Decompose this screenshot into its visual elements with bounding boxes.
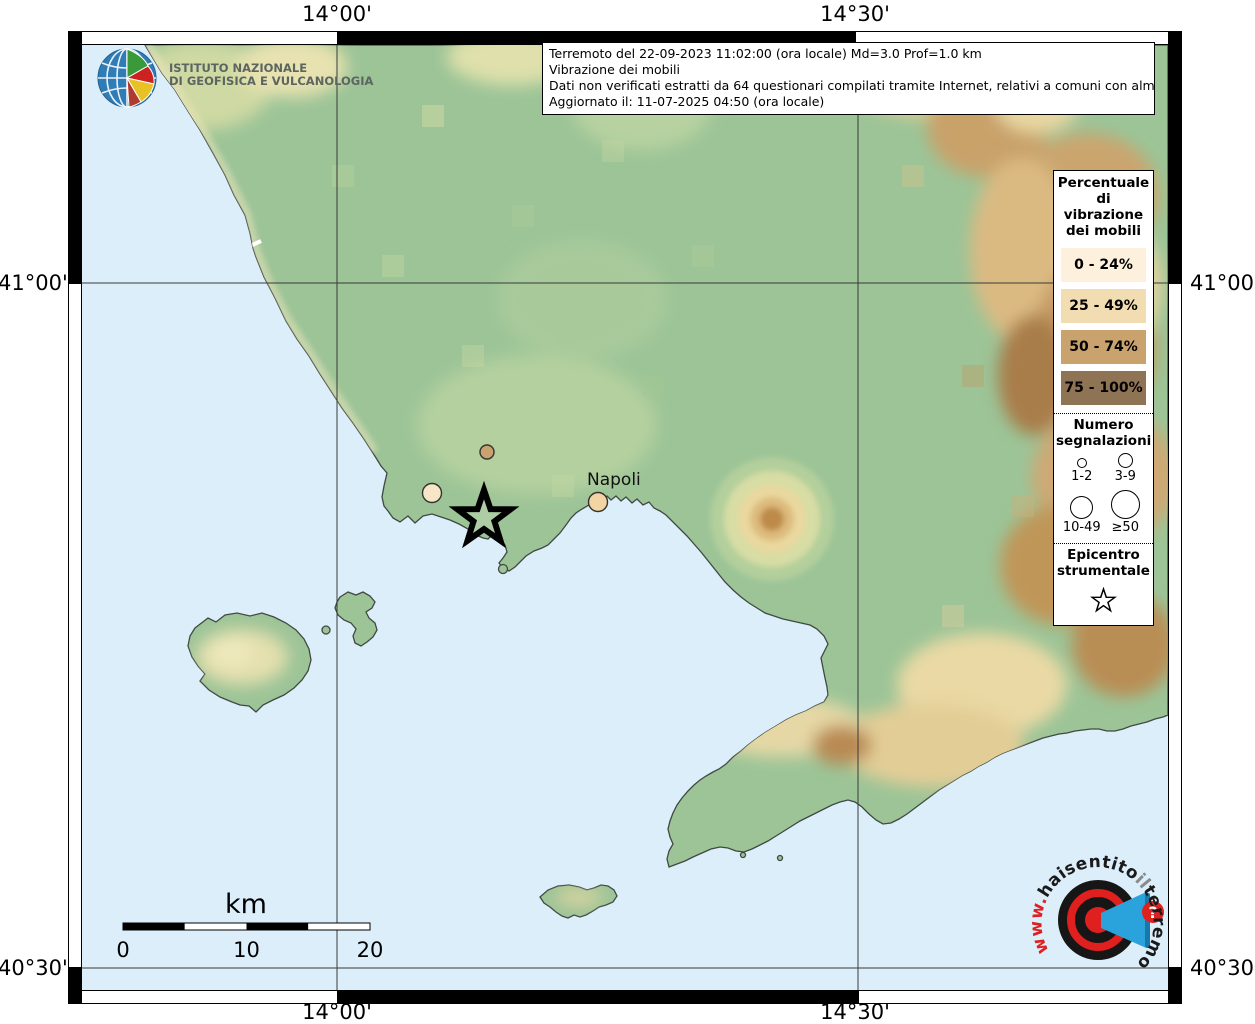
legend-swatch-50-74: 50 - 74% <box>1061 330 1146 364</box>
legend-swatch-75-100: 75 - 100% <box>1061 371 1146 405</box>
info-line-subject: Vibrazione dei mobili <box>549 62 680 77</box>
legend-swatch-0-24: 0 - 24% <box>1061 248 1146 282</box>
legend-swatch-25-49: 25 - 49% <box>1061 289 1146 323</box>
axis-label-top-lon-14-00: 14°00' <box>302 2 372 26</box>
frame-segment <box>858 990 1182 1004</box>
report-circle <box>479 444 495 460</box>
epicenter-star-icon <box>1089 586 1118 613</box>
report-size-label: ≥50 <box>1111 520 1139 535</box>
axis-label-left-lat-41-00: 41°00' <box>0 271 68 295</box>
info-line-event: Terremoto del 22-09-2023 11:02:00 (ora l… <box>549 46 982 61</box>
screenshot-root: { "axis": { "top_left": "14°00'", "top_r… <box>0 0 1255 1024</box>
report-size-label: 1-2 <box>1071 469 1093 484</box>
legend-epicenter-title: Epicentro strumentale <box>1057 547 1150 579</box>
terrain-map: Napoli km 0 10 20 <box>82 45 1168 990</box>
frame-segment <box>1168 968 1182 1004</box>
axis-label-bottom-lon-14-30: 14°30' <box>820 1000 890 1024</box>
ingv-line-2: DI GEOFISICA E VULCANOLOGIA <box>169 74 374 88</box>
ingv-wordmark: ISTITUTO NAZIONALE DI GEOFISICA E VULCAN… <box>169 46 373 88</box>
wm-it: .it <box>1028 850 1032 855</box>
axis-label-right-lat-40-30: 40°30' <box>1190 956 1255 980</box>
ingv-logo: ISTITUTO NAZIONALE DI GEOFISICA E VULCAN… <box>96 46 373 110</box>
report-size-label: 10-49 <box>1062 520 1101 535</box>
legend-reports-title: Numero segnalazioni <box>1056 417 1152 449</box>
report-circle <box>421 482 443 504</box>
frame-segment <box>68 31 82 283</box>
frame-segment <box>337 990 859 1004</box>
scale-tick-10: 10 <box>233 938 260 962</box>
info-line-updated: Aggiornato il: 11-07-2025 04:50 (ora loc… <box>549 94 825 109</box>
legend-reports-section: Numero segnalazioni 1-2 3-9 10-49 ≥50 <box>1054 413 1153 535</box>
vesuvius-cone <box>710 457 834 581</box>
axis-label-top-lon-14-30: 14°30' <box>820 2 890 26</box>
frame-segment <box>68 990 338 1004</box>
frame-segment <box>68 283 82 968</box>
legend-epicenter-section: Epicentro strumentale <box>1054 543 1153 619</box>
frame-segment <box>68 968 82 1004</box>
scale-unit: km <box>225 889 267 920</box>
frame-segment <box>1168 283 1182 968</box>
report-size-icon-3-9 <box>1117 453 1133 468</box>
scale-tick-20: 20 <box>357 938 384 962</box>
haisentitoilterremoto-logo: ? www.haisentitoilterremoto.it <box>1028 850 1168 974</box>
city-label: Napoli <box>587 470 641 490</box>
ingv-globe-icon <box>97 48 157 108</box>
info-line-source: Dati non verificati estratti da 64 quest… <box>549 78 1155 93</box>
axis-label-bottom-lon-14-00: 14°00' <box>302 1000 372 1024</box>
axis-label-right-lat-41-00: 41°00' <box>1190 271 1255 295</box>
report-size-label: 3-9 <box>1114 469 1136 484</box>
axis-label-left-lat-40-30: 40°30' <box>0 956 68 980</box>
report-circle <box>587 491 609 513</box>
frame-segment <box>68 31 338 45</box>
wm-www: www. <box>1028 893 1053 957</box>
frame-segment <box>1168 31 1182 283</box>
report-size-icon-50 <box>1110 490 1140 519</box>
report-size-icon-1-2 <box>1076 458 1087 468</box>
wm-sentito: sentito <box>1061 852 1143 885</box>
map-legend: Percentuale di vibrazione dei mobili 0 -… <box>1053 170 1154 626</box>
legend-percent-title: Percentuale di vibrazione dei mobili <box>1057 175 1150 239</box>
earthquake-info-box: Terremoto del 22-09-2023 11:02:00 (ora l… <box>542 42 1155 115</box>
report-size-icon-10-49 <box>1070 496 1094 519</box>
scale-tick-0: 0 <box>116 938 129 962</box>
